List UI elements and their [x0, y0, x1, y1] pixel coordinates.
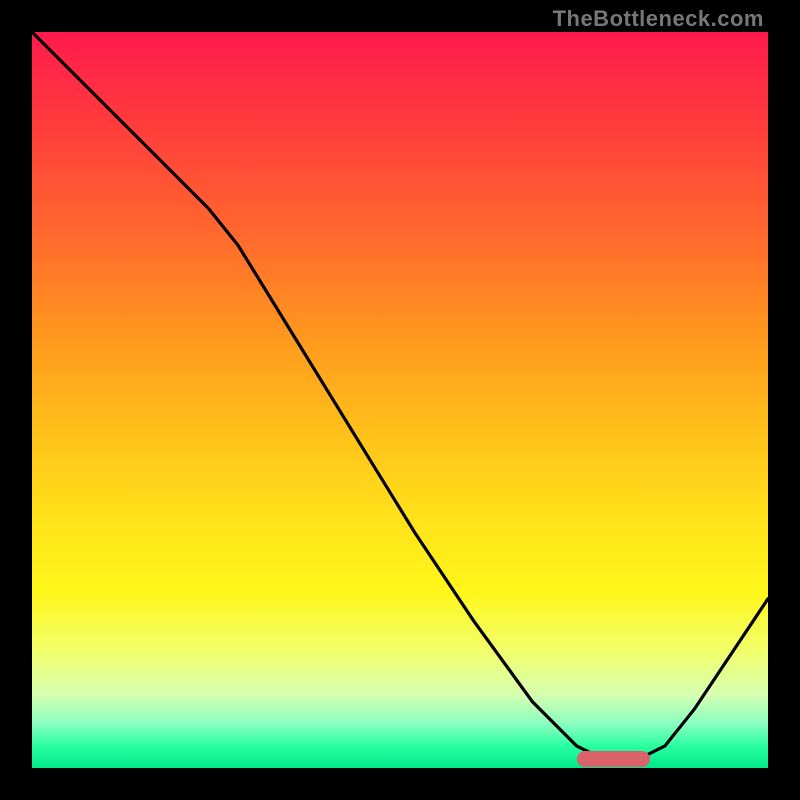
- optimum-bar: [577, 751, 651, 767]
- curve-path: [32, 32, 768, 761]
- chart-frame: TheBottleneck.com: [0, 0, 800, 800]
- bottleneck-curve: [32, 32, 768, 768]
- watermark-text: TheBottleneck.com: [553, 6, 764, 32]
- plot-area: [32, 32, 768, 768]
